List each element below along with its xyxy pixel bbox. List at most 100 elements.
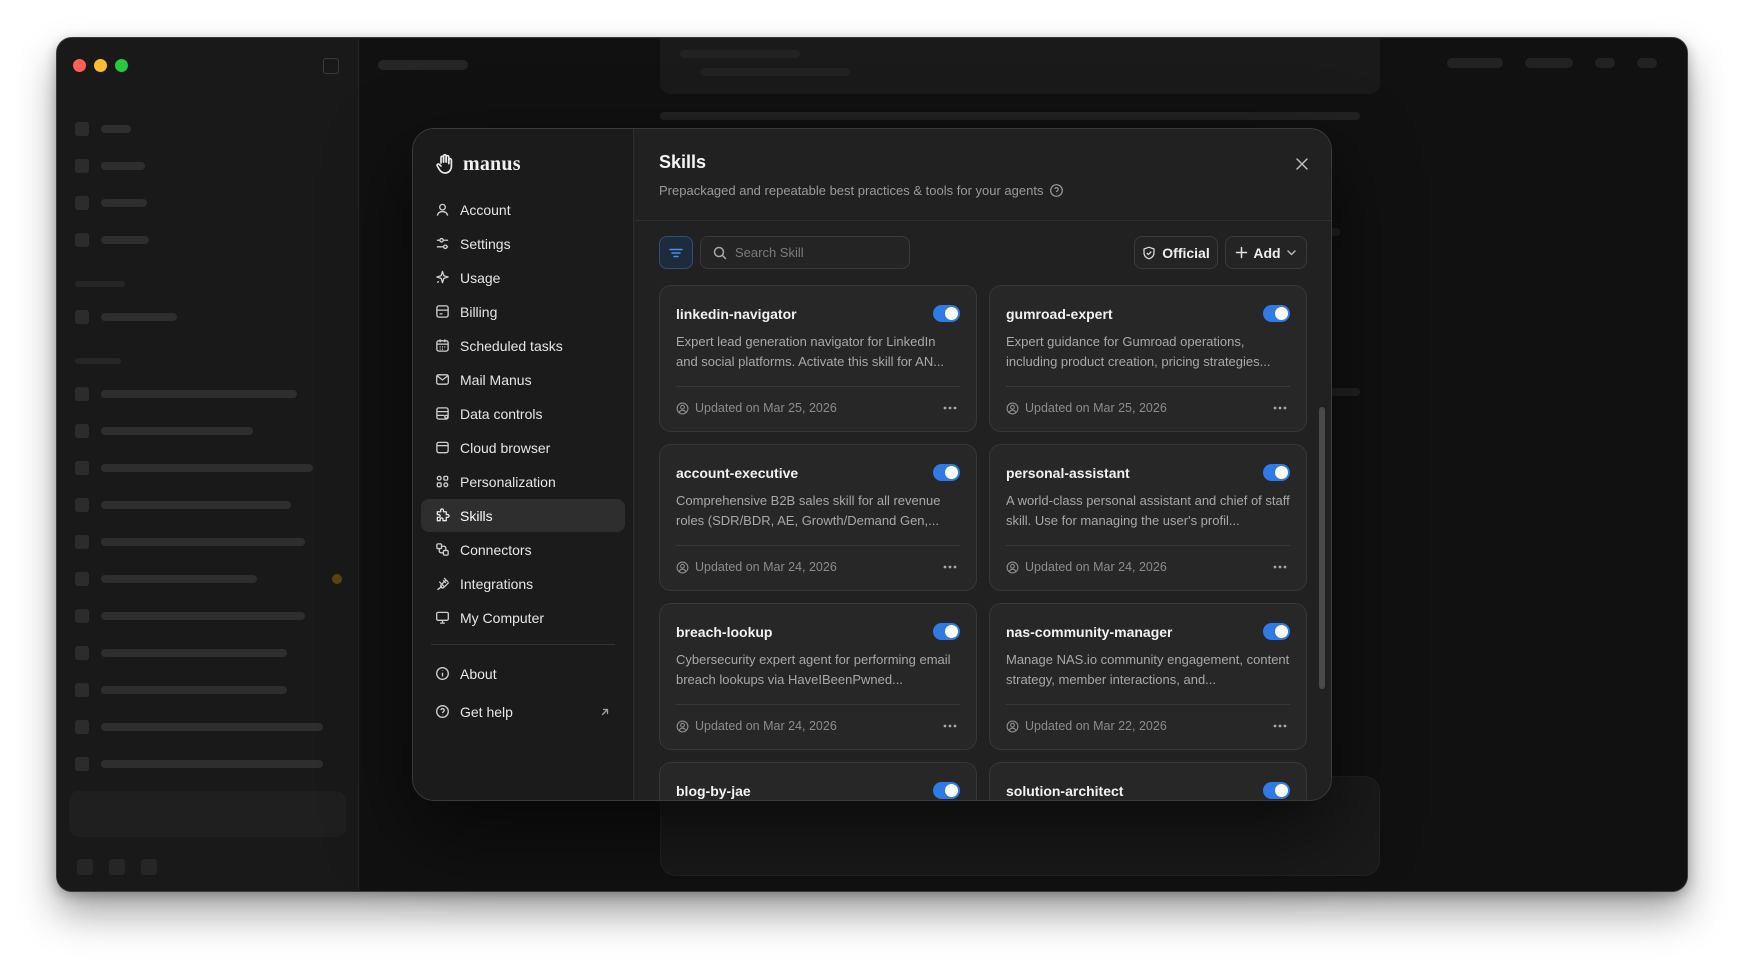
external-link-icon <box>601 708 609 715</box>
skill-enabled-toggle[interactable] <box>933 305 960 322</box>
zoom-window-button[interactable] <box>115 59 128 72</box>
nav-item-scheduled-tasks[interactable]: Scheduled tasks <box>421 329 625 362</box>
nav-item-about[interactable]: About <box>421 657 625 690</box>
grid-icon <box>436 475 449 488</box>
nav-item-skills[interactable]: Skills <box>421 499 625 532</box>
card-divider <box>1006 386 1290 387</box>
nav-item-label: Billing <box>460 303 498 320</box>
skill-footer: Updated on Mar 25, 2026 <box>1006 398 1290 418</box>
skill-enabled-toggle[interactable] <box>933 464 960 481</box>
more-options-button[interactable] <box>1270 557 1290 577</box>
skill-updated-date: Updated on Mar 25, 2026 <box>695 401 837 415</box>
more-options-button[interactable] <box>1270 398 1290 418</box>
skill-name: solution-architect <box>1006 783 1124 799</box>
background-nav <box>75 110 342 782</box>
search-input[interactable] <box>735 245 885 260</box>
skill-name: account-executive <box>676 465 799 481</box>
filter-button[interactable] <box>659 236 693 269</box>
nav-item-integrations[interactable]: Integrations <box>421 567 625 600</box>
close-window-button[interactable] <box>73 59 86 72</box>
skill-enabled-toggle[interactable] <box>933 623 960 640</box>
skill-name: personal-assistant <box>1006 465 1130 481</box>
skill-description-text: Comprehensive B2B sales skill for all re… <box>676 493 941 528</box>
skills-grid-viewport: linkedin-navigator Expert lead generatio… <box>659 285 1309 800</box>
skill-card[interactable]: breach-lookup Cybersecurity expert agent… <box>659 603 977 750</box>
nav-item-billing[interactable]: Billing <box>421 295 625 328</box>
skill-updated-date: Updated on Mar 24, 2026 <box>1025 560 1167 574</box>
skill-card[interactable]: gumroad-expert Expert guidance for Gumro… <box>989 285 1307 432</box>
sliders-icon <box>436 237 449 250</box>
close-modal-button[interactable] <box>1291 153 1313 175</box>
browser-icon <box>436 441 449 454</box>
skill-card[interactable]: nas-community-manager Manage NAS.io comm… <box>989 603 1307 750</box>
skill-enabled-toggle[interactable] <box>933 782 960 799</box>
skill-description: Manage NAS.io community engagement, cont… <box>1006 650 1290 690</box>
scrollbar-thumb[interactable] <box>1319 407 1325 689</box>
sidebar-toggle-icon[interactable] <box>323 58 339 74</box>
skill-card[interactable]: linkedin-navigator Expert lead generatio… <box>659 285 977 432</box>
nav-item-personalization[interactable]: Personalization <box>421 465 625 498</box>
close-icon <box>1296 158 1308 170</box>
nav-item-label: Integrations <box>460 575 534 592</box>
header-divider <box>635 220 1331 221</box>
skill-enabled-toggle[interactable] <box>1263 464 1290 481</box>
nav-item-label: Connectors <box>460 541 532 558</box>
skills-grid: linkedin-navigator Expert lead generatio… <box>659 285 1309 800</box>
more-horizontal-icon <box>943 724 957 728</box>
skill-name: breach-lookup <box>676 624 773 640</box>
official-label: Official <box>1162 244 1210 261</box>
skill-enabled-toggle[interactable] <box>1263 782 1290 799</box>
more-options-button[interactable] <box>1270 716 1290 736</box>
skill-description-text: A world-class personal assistant and chi… <box>1006 493 1290 528</box>
nav-item-my-computer[interactable]: My Computer <box>421 601 625 634</box>
more-options-button[interactable] <box>940 398 960 418</box>
skill-footer: Updated on Mar 25, 2026 <box>676 398 960 418</box>
skill-description-text: Expert lead generation navigator for Lin… <box>676 334 945 369</box>
skill-enabled-toggle[interactable] <box>1263 305 1290 322</box>
nav-item-label: Skills <box>460 507 493 524</box>
more-options-button[interactable] <box>940 716 960 736</box>
skill-description-text: Expert guidance for Gumroad operations, … <box>1006 334 1271 369</box>
nav-item-data-controls[interactable]: Data controls <box>421 397 625 430</box>
settings-modal: manus Account Settings Usage Billing Sch… <box>412 128 1332 801</box>
skill-description-text: Cybersecurity expert agent for performin… <box>676 652 951 687</box>
page-subtitle: Prepackaged and repeatable best practice… <box>659 183 1064 198</box>
official-filter-button[interactable]: Official <box>1134 236 1218 269</box>
skill-card[interactable]: solution-architect <box>989 762 1307 800</box>
skill-card[interactable]: account-executive Comprehensive B2B sale… <box>659 444 977 591</box>
nav-item-label: Cloud browser <box>460 439 551 456</box>
user-circle-icon <box>676 720 689 732</box>
more-options-button[interactable] <box>940 557 960 577</box>
help-circle-icon[interactable] <box>1049 183 1064 198</box>
nav-item-usage[interactable]: Usage <box>421 261 625 294</box>
minimize-window-button[interactable] <box>94 59 107 72</box>
sparkle-icon <box>436 270 449 284</box>
skill-card[interactable]: personal-assistant A world-class persona… <box>989 444 1307 591</box>
nav-item-account[interactable]: Account <box>421 193 625 226</box>
more-horizontal-icon <box>1273 724 1287 728</box>
more-horizontal-icon <box>943 565 957 569</box>
skills-panel: Skills Prepackaged and repeatable best p… <box>635 129 1331 800</box>
skill-description: A world-class personal assistant and chi… <box>1006 491 1290 531</box>
nav-item-label: Get help <box>460 703 513 720</box>
user-circle-icon <box>1006 561 1019 573</box>
nav-item-connectors[interactable]: Connectors <box>421 533 625 566</box>
user-circle-icon <box>676 561 689 573</box>
nav-item-get-help[interactable]: Get help <box>421 695 625 728</box>
add-skill-button[interactable]: Add <box>1225 236 1307 269</box>
skill-enabled-toggle[interactable] <box>1263 623 1290 640</box>
more-horizontal-icon <box>1273 406 1287 410</box>
card-divider <box>676 545 960 546</box>
monitor-icon <box>436 611 449 624</box>
skill-footer: Updated on Mar 22, 2026 <box>1006 716 1290 736</box>
skill-card[interactable]: blog-by-jae <box>659 762 977 800</box>
nav-item-settings[interactable]: Settings <box>421 227 625 260</box>
info-icon <box>436 667 449 680</box>
chevron-down-icon <box>1286 250 1296 256</box>
shield-check-icon <box>1143 246 1155 259</box>
nav-item-cloud-browser[interactable]: Cloud browser <box>421 431 625 464</box>
nav-item-mail-manus[interactable]: Mail Manus <box>421 363 625 396</box>
more-horizontal-icon <box>1273 565 1287 569</box>
skill-description-text: Manage NAS.io community engagement, cont… <box>1006 652 1290 687</box>
user-circle-icon <box>1006 720 1019 732</box>
